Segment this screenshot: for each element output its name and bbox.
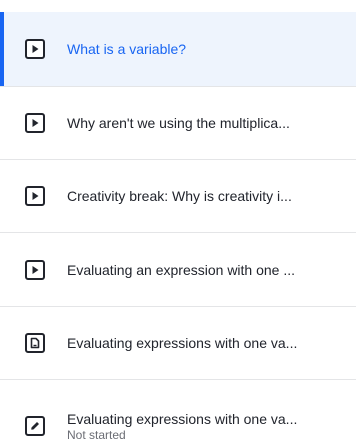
exercise-pencil-icon	[25, 416, 45, 436]
content-item-evaluating-expressions-article[interactable]: Evaluating expressions with one va...	[0, 307, 356, 379]
article-icon	[25, 333, 45, 353]
progress-status: Not started	[67, 427, 126, 442]
content-item-title: Evaluating an expression with one ...	[67, 261, 296, 278]
content-item-title: What is a variable?	[67, 41, 187, 57]
content-item-title: Why aren't we using the multiplica...	[67, 115, 290, 131]
content-item-creativity-break[interactable]: Creativity break: Why is creativity i...	[0, 160, 356, 232]
video-play-icon	[25, 186, 45, 206]
content-item-title: Evaluating expressions with one va...	[67, 335, 298, 351]
content-item-title: Creativity break: Why is creativity i...	[67, 188, 292, 204]
content-item-what-is-a-variable[interactable]: What is a variable?	[0, 12, 356, 86]
content-item-multiplication-sign[interactable]: Why aren't we using the multiplica...	[0, 87, 356, 159]
content-item-evaluating-expressions-exercise[interactable]: Evaluating expressions with one va... No…	[0, 380, 356, 447]
video-play-icon	[25, 39, 45, 59]
content-item-title: Evaluating expressions with one va...	[67, 410, 298, 427]
video-play-icon	[25, 260, 45, 280]
active-indicator	[0, 12, 4, 86]
content-item-evaluating-expression-video[interactable]: Evaluating an expression with one ...	[0, 233, 356, 306]
video-play-icon	[25, 113, 45, 133]
